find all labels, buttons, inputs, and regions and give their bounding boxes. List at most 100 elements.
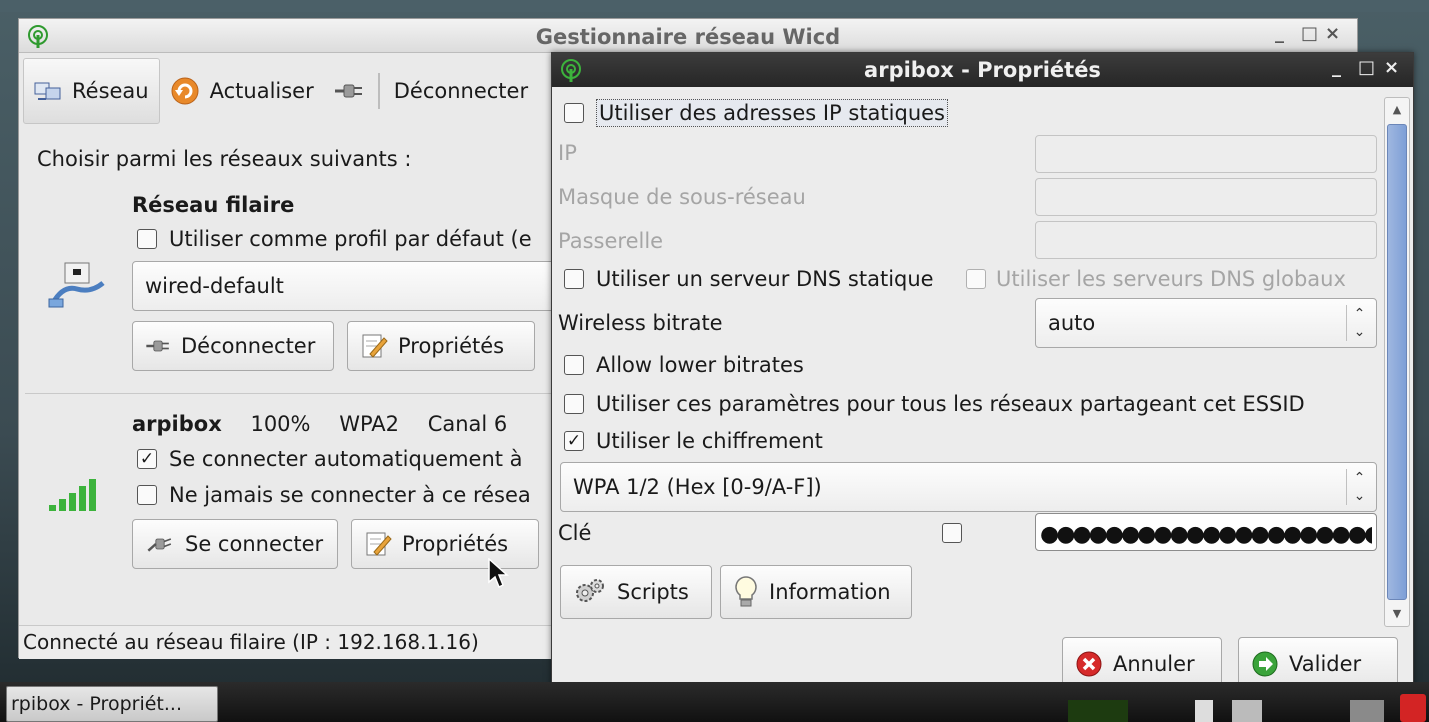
static-dns-checkbox[interactable] (564, 269, 584, 289)
global-dns-row[interactable]: Utiliser les serveurs DNS globaux (966, 267, 1346, 291)
static-ip-checkbox[interactable] (564, 103, 584, 123)
ip-label: IP (558, 141, 577, 165)
key-value: ●●●●●●●●●●●●●●●●●●●●●●●●●●●●●●●● (1040, 522, 1372, 547)
main-toolbar: Réseau Actualiser Déconnecter (19, 53, 559, 129)
wired-network-title: Réseau filaire (132, 193, 295, 217)
wireless-network-info: arpibox 100% WPA2 Canal 6 (132, 412, 507, 436)
netmask-field[interactable] (1035, 178, 1377, 216)
essid-settings-checkbox[interactable] (564, 394, 584, 414)
encryption-row[interactable]: ✓ Utiliser le chiffrement (564, 429, 823, 453)
auto-connect-checkbox[interactable]: ✓ (137, 449, 157, 469)
disconnect-toolbar-button[interactable]: Déconnecter (324, 58, 538, 124)
cancel-icon (1076, 651, 1102, 677)
desktop-background (0, 0, 1429, 12)
static-ip-label: Utiliser des adresses IP statiques (596, 99, 948, 127)
mouse-cursor-icon (488, 558, 509, 589)
wireless-quality: 100% (250, 412, 311, 436)
lower-bitrates-label: Allow lower bitrates (596, 353, 804, 377)
wireless-channel: Canal 6 (427, 412, 508, 436)
encryption-checkbox[interactable]: ✓ (564, 431, 584, 451)
network-list: Choisir parmi les réseaux suivants : Rés… (19, 131, 572, 625)
show-key-checkbox[interactable] (942, 523, 962, 543)
wireless-essid: arpibox (132, 412, 222, 436)
toolbar-separator (377, 73, 380, 109)
scroll-down-icon[interactable]: ▼ (1387, 604, 1407, 624)
static-dns-label: Utiliser un serveur DNS statique (596, 267, 934, 291)
information-button[interactable]: Information (720, 565, 912, 619)
netmask-label: Masque de sous-réseau (558, 185, 806, 209)
bitrate-value: auto (1048, 311, 1096, 335)
scripts-button[interactable]: Scripts (560, 565, 712, 619)
dialog-maximize-button[interactable]: □ (1358, 57, 1375, 78)
network-toolbar-label: Réseau (72, 79, 149, 103)
encryption-type-select[interactable]: WPA 1/2 (Hex [0-9/A-F]) ⌃ ⌄ (560, 462, 1377, 512)
never-connect-checkbox[interactable] (137, 485, 157, 505)
tray-item[interactable] (1068, 700, 1128, 722)
dialog-minimize-button[interactable]: _ (1332, 57, 1341, 78)
static-dns-row[interactable]: Utiliser un serveur DNS statique (564, 267, 934, 291)
dialog-close-button[interactable]: × (1384, 57, 1399, 78)
bitrate-select[interactable]: auto ⌃ ⌄ (1035, 298, 1377, 348)
encryption-type-value: WPA 1/2 (Hex [0-9/A-F]) (573, 475, 822, 499)
signal-strength-icon (49, 479, 96, 511)
wired-disconnect-button[interactable]: Déconnecter (132, 321, 334, 371)
main-window-title: Gestionnaire réseau Wicd (535, 25, 841, 49)
close-button[interactable]: × (1325, 23, 1340, 44)
lower-bitrates-checkbox[interactable] (564, 355, 584, 375)
scripts-label: Scripts (617, 580, 689, 604)
wireless-encryption: WPA2 (339, 412, 399, 436)
essid-settings-label: Utiliser ces paramètres pour tous les ré… (596, 392, 1305, 416)
tray-item[interactable] (1232, 700, 1262, 722)
never-connect-row[interactable]: Ne jamais se connecter à ce résea (137, 483, 531, 507)
wireless-connect-label: Se connecter (185, 532, 324, 556)
dialog-titlebar[interactable]: arpibox - Propriétés _ □ × (552, 53, 1413, 87)
wireless-properties-label: Propriétés (402, 532, 509, 556)
wireless-properties-button[interactable]: Propriétés (351, 519, 539, 569)
wired-default-profile-label: Utiliser comme profil par défaut (e (169, 227, 532, 251)
dialog-title: arpibox - Propriétés (864, 58, 1101, 82)
ip-field[interactable] (1035, 135, 1377, 173)
refresh-icon (171, 77, 199, 105)
global-dns-checkbox[interactable] (966, 269, 986, 289)
minimize-button[interactable]: _ (1275, 23, 1284, 44)
refresh-toolbar-button[interactable]: Actualiser (160, 58, 324, 124)
network-toolbar-button[interactable]: Réseau (23, 58, 160, 124)
wired-properties-button[interactable]: Propriétés (347, 321, 535, 371)
auto-connect-label: Se connecter automatiquement à (169, 447, 523, 471)
wireless-connect-button[interactable]: Se connecter (132, 519, 338, 569)
cancel-label: Annuler (1113, 652, 1195, 676)
chevron-updown-icon: ⌃ ⌄ (1346, 305, 1372, 341)
edit-properties-icon (362, 334, 388, 358)
global-dns-label: Utiliser les serveurs DNS globaux (996, 267, 1346, 291)
ok-arrow-icon (1252, 651, 1278, 677)
plug-icon (147, 538, 172, 552)
scroll-up-icon[interactable]: ▲ (1387, 100, 1407, 120)
taskbar-item-properties[interactable]: rpibox - Propriét... (6, 686, 218, 722)
tray-item[interactable] (1400, 694, 1426, 722)
gears-icon (576, 579, 604, 602)
tray-item[interactable] (1195, 700, 1213, 722)
gateway-field[interactable] (1035, 221, 1377, 259)
essid-settings-row[interactable]: Utiliser ces paramètres pour tous les ré… (564, 392, 1305, 416)
auto-connect-row[interactable]: ✓ Se connecter automatiquement à (137, 447, 523, 471)
wired-default-profile-checkbox[interactable] (137, 229, 157, 249)
wired-network-icon (48, 262, 105, 308)
key-field[interactable]: ●●●●●●●●●●●●●●●●●●●●●●●●●●●●●●●● (1035, 513, 1377, 551)
scrollbar-thumb[interactable] (1387, 124, 1407, 600)
wired-profile-select[interactable]: wired-default (132, 261, 572, 311)
dialog-scrollbar[interactable]: ▲ ▼ (1384, 97, 1410, 627)
chevron-updown-icon: ⌃ ⌄ (1346, 469, 1372, 505)
disconnect-toolbar-label: Déconnecter (393, 79, 529, 103)
main-titlebar[interactable]: Gestionnaire réseau Wicd _ □ × (19, 19, 1357, 53)
bitrate-label: Wireless bitrate (558, 311, 723, 335)
maximize-button[interactable]: □ (1301, 23, 1318, 44)
tray-item[interactable] (1350, 700, 1384, 722)
encryption-label: Utiliser le chiffrement (596, 429, 823, 453)
lower-bitrates-row[interactable]: Allow lower bitrates (564, 353, 804, 377)
never-connect-label: Ne jamais se connecter à ce résea (169, 483, 531, 507)
edit-properties-icon (366, 532, 392, 556)
static-ip-row[interactable]: Utiliser des adresses IP statiques (564, 99, 948, 127)
network-separator (25, 393, 559, 394)
information-label: Information (769, 580, 891, 604)
wired-default-profile-row[interactable]: Utiliser comme profil par défaut (e (137, 227, 532, 251)
